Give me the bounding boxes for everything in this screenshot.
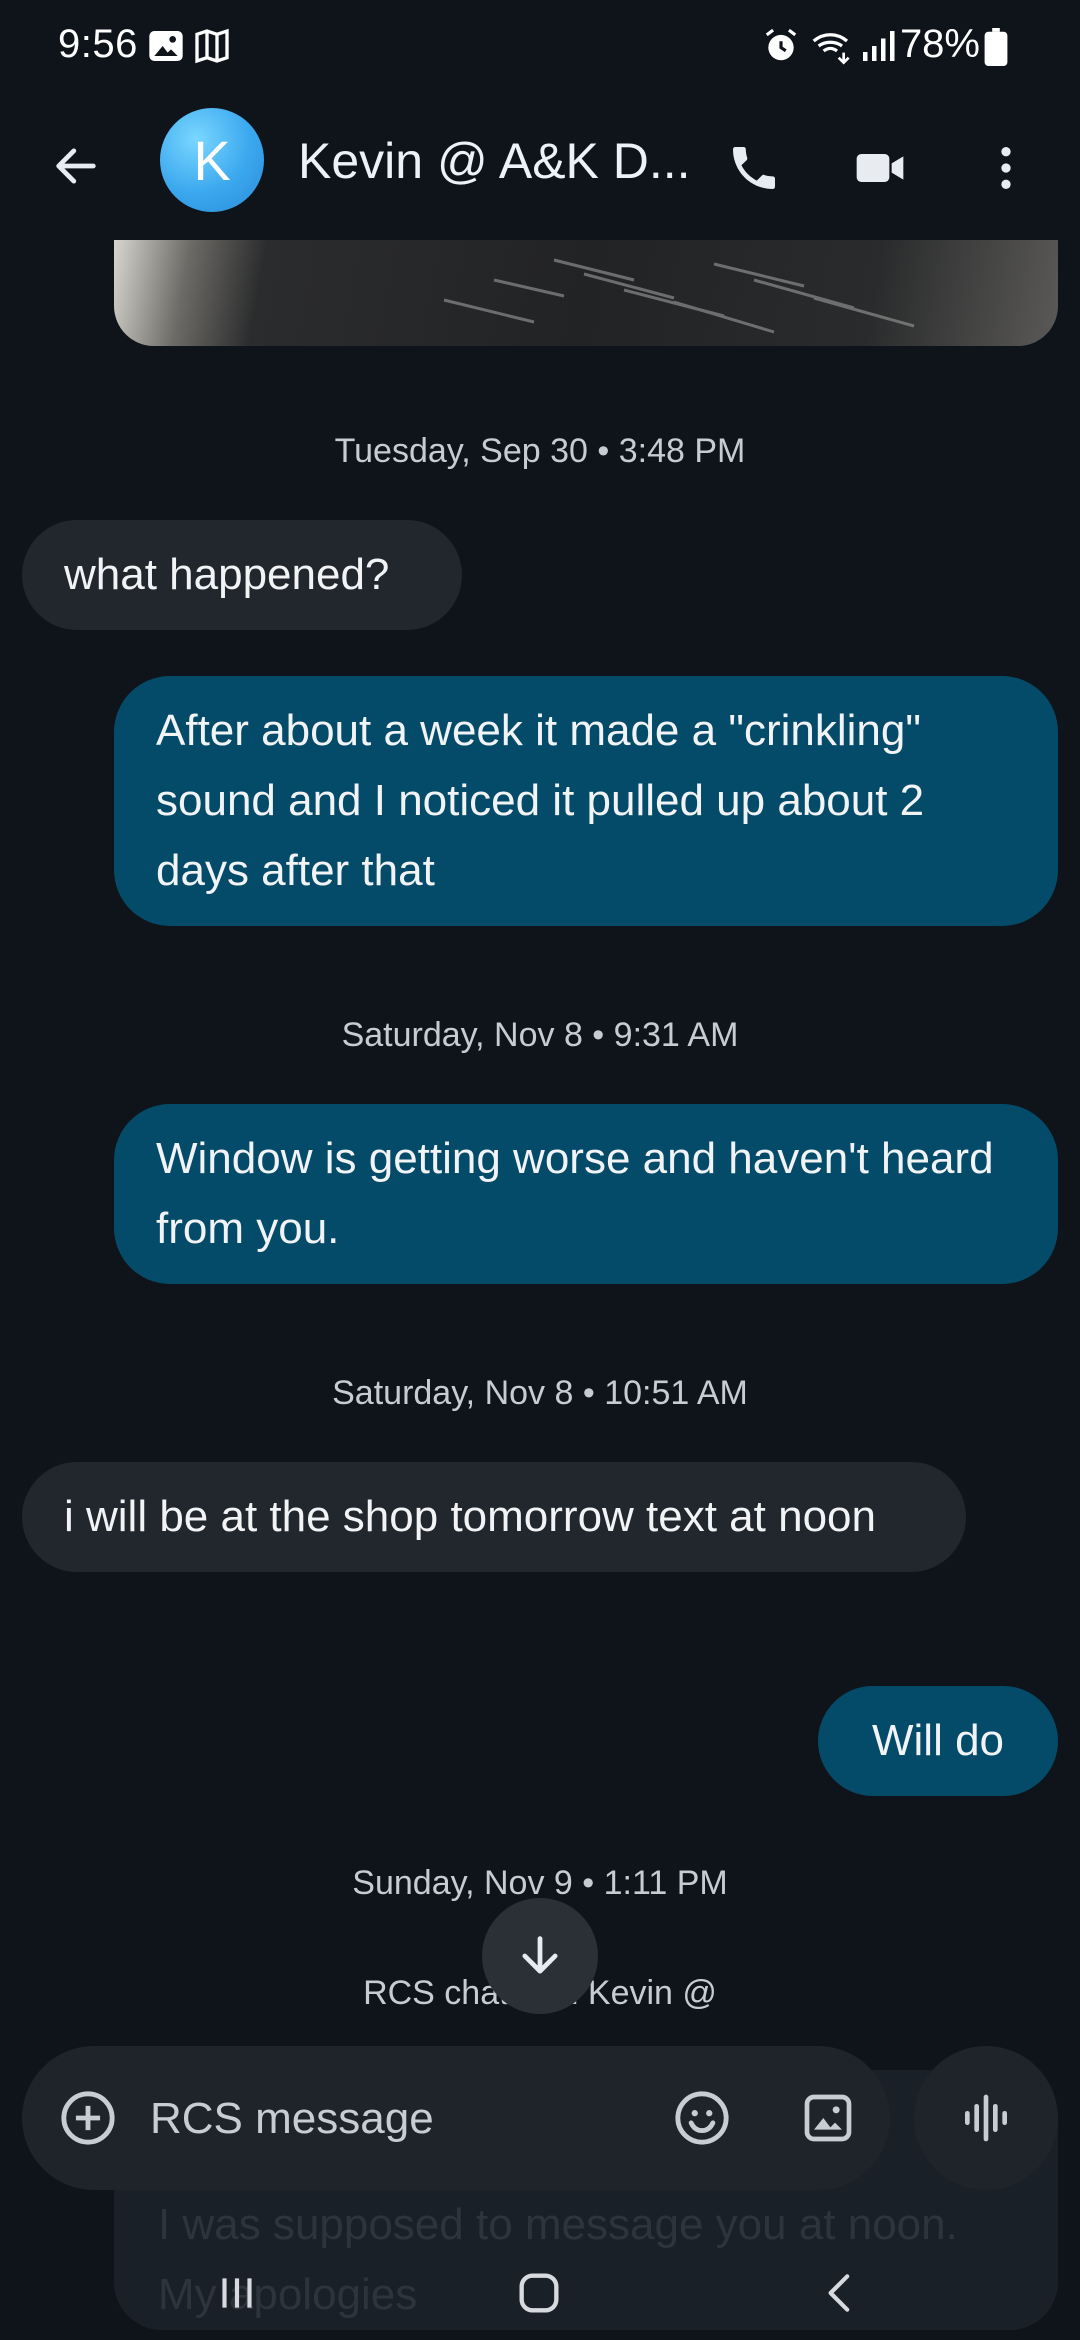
incoming-message[interactable]: what happened?	[22, 520, 462, 630]
message-list[interactable]: Tuesday, Sep 30 • 3:48 PM what happened?…	[0, 240, 1080, 2050]
emoji-button[interactable]	[666, 2082, 738, 2154]
phone-icon	[733, 147, 775, 189]
avatar-letter: K	[193, 128, 231, 192]
system-navigation-bar	[0, 2230, 1080, 2340]
image-message[interactable]	[114, 240, 1058, 346]
arrow-down-icon	[522, 1936, 558, 1974]
recent-apps-button[interactable]	[192, 2248, 282, 2338]
image-icon	[804, 2094, 852, 2142]
call-button[interactable]	[712, 126, 796, 210]
voice-waveform-icon	[965, 2094, 1007, 2142]
gallery-button[interactable]	[792, 2082, 864, 2154]
incoming-message[interactable]: i will be at the shop tomorrow text at n…	[22, 1462, 966, 1572]
status-time: 9:56	[58, 22, 138, 66]
scroll-to-bottom-button[interactable]	[482, 1898, 598, 2014]
messaging-screen: 9:56 78% K Kevin @ A&K D... Tuesday, Sep…	[0, 0, 1080, 2340]
gallery-icon	[146, 26, 186, 71]
back-arrow-icon	[56, 148, 96, 184]
back-button[interactable]	[40, 130, 112, 202]
outgoing-message[interactable]: After about a week it made a "crinkling"…	[114, 676, 1058, 926]
date-separator: Saturday, Nov 8 • 9:31 AM	[341, 1016, 739, 1054]
home-icon	[519, 2273, 559, 2313]
voice-message-button[interactable]	[914, 2046, 1058, 2190]
emoji-icon	[675, 2091, 729, 2145]
message-input[interactable]	[148, 2084, 652, 2154]
conversation-header: K Kevin @ A&K D...	[0, 100, 1080, 240]
message-composer	[22, 2046, 890, 2190]
more-options-icon	[1001, 147, 1011, 189]
contact-name[interactable]: Kevin @ A&K D...	[298, 132, 691, 190]
recent-apps-icon	[222, 2278, 252, 2308]
plus-circle-icon	[61, 2091, 115, 2145]
wifi-6e-icon	[810, 26, 854, 71]
outgoing-message[interactable]: Will do	[818, 1686, 1058, 1796]
photo-attachment	[443, 258, 915, 334]
attach-button[interactable]	[52, 2082, 124, 2154]
system-back-button[interactable]	[796, 2248, 886, 2338]
chevron-left-icon	[828, 2274, 850, 2312]
date-separator: Tuesday, Sep 30 • 3:48 PM	[334, 432, 746, 470]
battery-icon	[984, 28, 1008, 71]
home-button[interactable]	[494, 2248, 584, 2338]
avatar[interactable]: K	[160, 108, 264, 212]
video-call-icon	[856, 154, 904, 182]
date-separator: Saturday, Nov 8 • 10:51 AM	[332, 1374, 748, 1412]
outgoing-message[interactable]: Window is getting worse and haven't hear…	[114, 1104, 1058, 1284]
signal-icon	[860, 26, 896, 71]
video-call-button[interactable]	[838, 126, 922, 210]
status-bar: 9:56 78%	[0, 0, 1080, 100]
more-options-button[interactable]	[964, 126, 1048, 210]
alarm-icon	[762, 26, 800, 71]
battery-percent: 78%	[899, 22, 980, 66]
book-icon	[192, 26, 232, 71]
